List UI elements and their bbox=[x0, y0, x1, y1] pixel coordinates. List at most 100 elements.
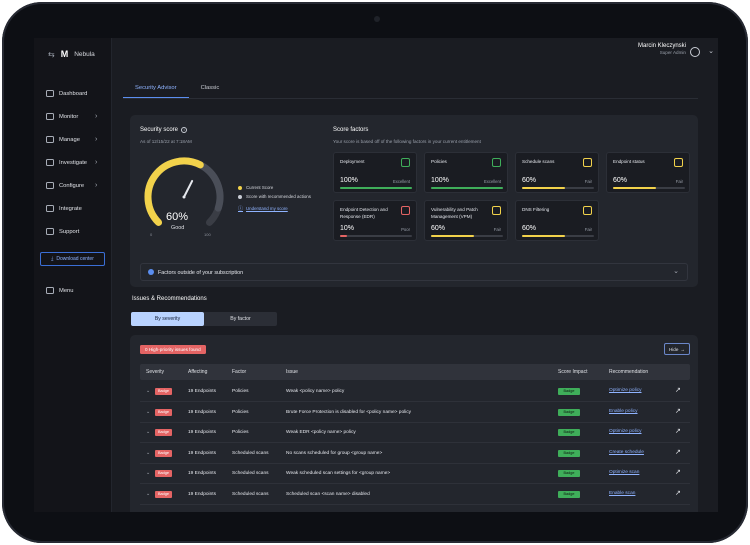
factor-icon bbox=[583, 206, 592, 215]
tablet-frame: ⇆ M Nebula Dashboard Monitor › Manage › … bbox=[2, 2, 748, 543]
legend-current-label: Current Score bbox=[246, 185, 274, 190]
recommendation-link[interactable]: Enable scan bbox=[609, 491, 635, 496]
score-impact-badge: Badge bbox=[558, 470, 580, 477]
expand-row-icon[interactable]: ⌄ bbox=[146, 429, 150, 435]
score-factors-title: Score factors bbox=[333, 127, 369, 133]
chevron-right-icon: › bbox=[95, 113, 98, 120]
external-link-icon[interactable]: ↗ bbox=[675, 407, 681, 415]
expand-row-icon[interactable]: ⌄ bbox=[146, 409, 150, 415]
score-impact-badge: Badge bbox=[558, 449, 580, 457]
sidebar-item-investigate[interactable]: Investigate › bbox=[34, 151, 112, 174]
factor-progress-fill bbox=[522, 235, 566, 237]
logo-icon: M bbox=[60, 49, 69, 59]
column-score-impact[interactable]: Score Impact bbox=[558, 369, 587, 375]
expand-row-icon[interactable]: ⌄ bbox=[146, 388, 150, 394]
severity-badge: Badge bbox=[155, 429, 172, 436]
table-row[interactable]: ⌄ Badge 19 Endpoints Scheduled scans Schedul… bbox=[140, 485, 690, 505]
factor-progress-fill bbox=[431, 187, 503, 189]
issues-title: Issues & Recommendations bbox=[132, 296, 207, 302]
configure-icon bbox=[46, 182, 54, 189]
external-link-icon[interactable]: ↗ bbox=[675, 489, 681, 497]
sidebar-item-configure[interactable]: Configure › bbox=[34, 174, 112, 197]
table-row[interactable]: ⌄ Badge 19 Endpoints Policies Brute Force Pr… bbox=[140, 403, 690, 423]
column-recommendation[interactable]: Recommendation bbox=[609, 369, 648, 375]
expand-row-icon[interactable]: ⌄ bbox=[146, 470, 150, 476]
factor-cell: Scheduled scans bbox=[232, 471, 269, 476]
factors-outside-subscription[interactable]: Factors outside of your subscription ⌄ bbox=[140, 263, 688, 281]
factor-status: Excellent bbox=[393, 179, 410, 184]
external-link-icon[interactable]: ↗ bbox=[675, 468, 681, 476]
understand-score-link[interactable]: ⓘ Understand my score bbox=[238, 205, 311, 212]
external-link-icon[interactable]: ↗ bbox=[675, 448, 681, 456]
score-factor-card[interactable]: Schedule scans 60% Fair bbox=[515, 152, 599, 193]
toggle-by-severity[interactable]: By severity bbox=[131, 312, 204, 326]
legend-recommended-label: Score with recommended actions bbox=[246, 194, 311, 199]
column-affecting[interactable]: Affecting bbox=[188, 369, 207, 375]
collapse-sidebar-icon[interactable]: ⇆ bbox=[48, 50, 55, 59]
sidebar-item-integrate[interactable]: Integrate bbox=[34, 197, 112, 220]
user-menu[interactable]: Marcin Kleczynski Super Admin ⌄ bbox=[638, 43, 714, 57]
legend-current: Current Score bbox=[238, 183, 311, 192]
recommendation-link[interactable]: Optimize policy bbox=[609, 388, 642, 393]
info-icon[interactable]: i bbox=[181, 127, 188, 133]
table-row[interactable]: ⌄ Badge 19 Endpoints Scheduled scans Weak sc… bbox=[140, 464, 690, 484]
sidebar: ⇆ M Nebula Dashboard Monitor › Manage › … bbox=[34, 38, 112, 512]
expand-row-icon[interactable]: ⌄ bbox=[146, 491, 150, 497]
score-factor-card[interactable]: Endpoint status 60% Fair bbox=[606, 152, 690, 193]
factor-cell: Policies bbox=[232, 430, 249, 435]
severity-badge: Badge bbox=[155, 490, 172, 498]
recommendation-link[interactable]: Create schedule bbox=[609, 450, 644, 455]
column-severity[interactable]: Severity bbox=[146, 369, 164, 375]
info-icon: ⓘ bbox=[238, 206, 244, 212]
sidebar-item-support[interactable]: Support bbox=[34, 220, 112, 243]
factor-progress-track bbox=[431, 235, 503, 237]
column-factor[interactable]: Factor bbox=[232, 369, 246, 375]
factor-cell: Scheduled scans bbox=[232, 491, 269, 497]
table-row[interactable]: ⌄ Badge 19 Endpoints Policies Weak <policy n… bbox=[140, 382, 690, 402]
factor-name: DNS Filtering bbox=[522, 207, 550, 212]
factor-progress-fill bbox=[613, 187, 657, 189]
avatar-icon[interactable] bbox=[690, 47, 700, 57]
score-value: 60% bbox=[166, 211, 189, 223]
tab-classic[interactable]: Classic bbox=[189, 85, 232, 98]
sidebar-nav: Dashboard Monitor › Manage › Investigate… bbox=[34, 82, 112, 243]
sidebar-item-menu[interactable]: Menu bbox=[46, 287, 74, 294]
severity-badge: Badge bbox=[155, 388, 172, 395]
table-row[interactable]: ⌄ Badge 19 Endpoints Scheduled scans No scan… bbox=[140, 444, 690, 464]
score-impact-badge: Badge bbox=[558, 408, 580, 416]
tab-security-advisor[interactable]: Security Advisor bbox=[123, 85, 189, 98]
factor-value: 10% bbox=[340, 225, 355, 232]
score-factor-card[interactable]: Endpoint Detection and Response (EDR) 10%… bbox=[333, 200, 417, 241]
manage-icon bbox=[46, 136, 54, 143]
sidebar-item-manage[interactable]: Manage › bbox=[34, 128, 112, 151]
recommendation-link[interactable]: Enable policy bbox=[609, 409, 638, 414]
recommendation-link[interactable]: Optimize policy bbox=[609, 429, 642, 434]
gauge-legend: Current Score Score with recommended act… bbox=[238, 183, 311, 212]
severity-badge: Badge bbox=[155, 408, 172, 416]
factor-name: Schedule scans bbox=[522, 159, 555, 164]
external-link-icon[interactable]: ↗ bbox=[675, 386, 681, 394]
score-factor-card[interactable]: DNS Filtering 60% Fair bbox=[515, 200, 599, 241]
factor-name: Endpoint Detection and Response (EDR) bbox=[340, 207, 388, 219]
table-row[interactable]: ⌄ Badge 19 Endpoints Policies Weak EDR <poli… bbox=[140, 423, 690, 443]
score-factor-card[interactable]: Vulnerability and Patch Management (VPM)… bbox=[424, 200, 508, 241]
hide-button[interactable]: Hide → bbox=[664, 343, 690, 355]
factor-value: 60% bbox=[522, 177, 537, 184]
toggle-by-factor[interactable]: By factor bbox=[204, 312, 277, 326]
affecting-cell: 19 Endpoints bbox=[188, 491, 217, 497]
chevron-down-icon: ⌄ bbox=[673, 268, 679, 275]
factor-progress-track bbox=[431, 187, 503, 189]
chevron-down-icon[interactable]: ⌄ bbox=[708, 47, 714, 55]
download-center-button[interactable]: ⤓ Download center bbox=[40, 252, 105, 266]
issue-cell: Scheduled scan <scan name> disabled bbox=[286, 491, 370, 497]
factor-icon bbox=[492, 206, 501, 215]
expand-row-icon[interactable]: ⌄ bbox=[146, 450, 150, 456]
factor-status: Excellent bbox=[484, 179, 501, 184]
external-link-icon[interactable]: ↗ bbox=[675, 427, 681, 435]
sidebar-item-monitor[interactable]: Monitor › bbox=[34, 105, 112, 128]
sidebar-item-dashboard[interactable]: Dashboard bbox=[34, 82, 112, 105]
score-factor-card[interactable]: Policies 100% Excellent bbox=[424, 152, 508, 193]
column-issue[interactable]: Issue bbox=[286, 369, 298, 375]
recommendation-link[interactable]: Optimize scan bbox=[609, 470, 639, 475]
score-factor-card[interactable]: Deployment 100% Excellent bbox=[333, 152, 417, 193]
